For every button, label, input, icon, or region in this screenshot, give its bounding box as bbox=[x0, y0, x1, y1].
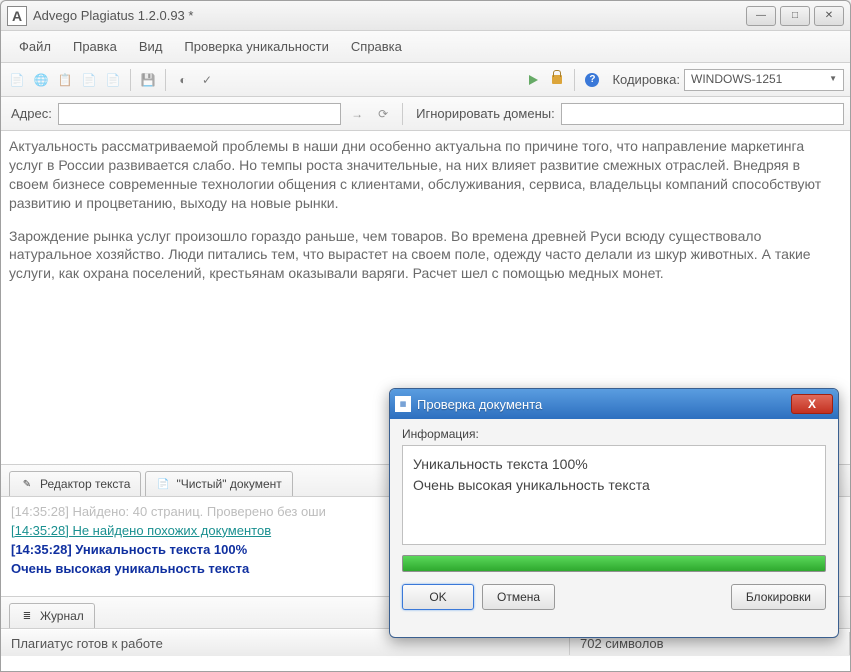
dialog-app-icon: ▦ bbox=[395, 396, 411, 412]
dialog-block-button[interactable]: Блокировки bbox=[731, 584, 826, 610]
menubar: Файл Правка Вид Проверка уникальности Сп… bbox=[1, 31, 850, 63]
paragraph-1: Актуальность рассматриваемой проблемы в … bbox=[9, 137, 842, 213]
dialog-info-label: Информация: bbox=[402, 427, 826, 441]
lock-icon[interactable] bbox=[547, 70, 567, 90]
menu-view[interactable]: Вид bbox=[129, 35, 173, 58]
toolbar-separator bbox=[574, 69, 575, 91]
dialog-progress-bar bbox=[402, 555, 826, 572]
new-file-icon[interactable]: 📄 bbox=[7, 70, 27, 90]
encoding-select[interactable]: WINDOWS-1251 bbox=[684, 69, 844, 91]
titlebar: A Advego Plagiatus 1.2.0.93 * — □ ✕ bbox=[1, 1, 850, 31]
dialog-close-button[interactable]: X bbox=[791, 394, 833, 414]
toolbar-separator bbox=[402, 103, 403, 125]
check-dialog: ▦ Проверка документа X Информация: Уника… bbox=[389, 388, 839, 638]
address-label: Адрес: bbox=[7, 106, 52, 121]
copy-icon[interactable]: 📋 bbox=[55, 70, 75, 90]
list-icon: ≣ bbox=[20, 609, 34, 623]
dialog-info-line2: Очень высокая уникальность текста bbox=[413, 475, 815, 496]
go-icon[interactable]: → bbox=[347, 104, 367, 124]
play-icon[interactable] bbox=[523, 70, 543, 90]
open-html-icon[interactable]: 🌐 bbox=[31, 70, 51, 90]
toolbar: 📄 🌐 📋 📄 📄 💾 ◐ ✓ ? Кодировка: WINDOWS-125… bbox=[1, 63, 850, 97]
dialog-info-line1: Уникальность текста 100% bbox=[413, 454, 815, 475]
menu-edit[interactable]: Правка bbox=[63, 35, 127, 58]
menu-check[interactable]: Проверка уникальности bbox=[174, 35, 338, 58]
pencil-icon: ✎ bbox=[20, 477, 34, 491]
doc-icon: 📄 bbox=[156, 477, 170, 491]
toolbar-separator bbox=[165, 69, 166, 91]
paste-icon[interactable]: 📄 bbox=[79, 70, 99, 90]
tab-editor[interactable]: ✎ Редактор текста bbox=[9, 471, 141, 496]
tab-editor-label: Редактор текста bbox=[40, 477, 130, 491]
app-icon: A bbox=[7, 6, 27, 26]
paragraph-2: Зарождение рынка услуг произошло гораздо… bbox=[9, 227, 842, 284]
dialog-ok-button[interactable]: OK bbox=[402, 584, 474, 610]
save-icon[interactable]: 💾 bbox=[138, 70, 158, 90]
menu-file[interactable]: Файл bbox=[9, 35, 61, 58]
dialog-title: Проверка документа bbox=[417, 397, 791, 412]
paste2-icon[interactable]: 📄 bbox=[103, 70, 123, 90]
globe-icon[interactable]: ◐ bbox=[173, 70, 193, 90]
toolbar-separator bbox=[130, 69, 131, 91]
minimize-button[interactable]: — bbox=[746, 6, 776, 26]
address-input[interactable] bbox=[58, 103, 341, 125]
address-bar: Адрес: → ⟳ Игнорировать домены: bbox=[1, 97, 850, 131]
refresh-icon[interactable]: ⟳ bbox=[373, 104, 393, 124]
dialog-titlebar[interactable]: ▦ Проверка документа X bbox=[390, 389, 838, 419]
maximize-button[interactable]: □ bbox=[780, 6, 810, 26]
tab-journal-label: Журнал bbox=[40, 609, 84, 623]
encoding-label: Кодировка: bbox=[612, 72, 680, 87]
help-icon[interactable]: ? bbox=[582, 70, 602, 90]
close-button[interactable]: ✕ bbox=[814, 6, 844, 26]
check-icon[interactable]: ✓ bbox=[197, 70, 217, 90]
ignore-domains-label: Игнорировать домены: bbox=[412, 106, 555, 121]
dialog-info-box: Уникальность текста 100% Очень высокая у… bbox=[402, 445, 826, 545]
tab-clean-label: "Чистый" документ bbox=[176, 477, 281, 491]
menu-help[interactable]: Справка bbox=[341, 35, 412, 58]
tab-clean[interactable]: 📄 "Чистый" документ bbox=[145, 471, 292, 496]
tab-journal[interactable]: ≣ Журнал bbox=[9, 603, 95, 628]
window-title: Advego Plagiatus 1.2.0.93 * bbox=[33, 8, 746, 23]
dialog-cancel-button[interactable]: Отмена bbox=[482, 584, 555, 610]
ignore-domains-input[interactable] bbox=[561, 103, 844, 125]
